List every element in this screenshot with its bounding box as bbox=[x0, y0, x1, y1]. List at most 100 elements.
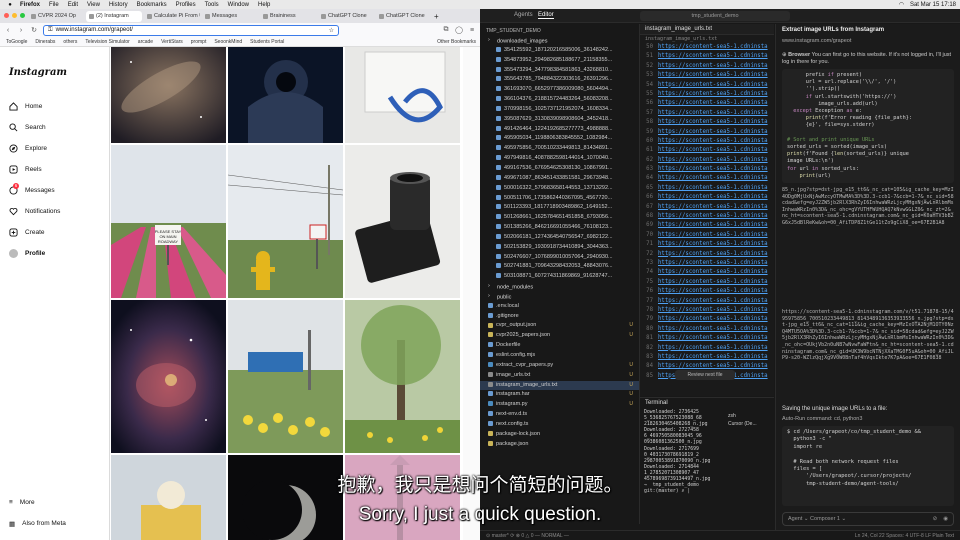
extensions-icon[interactable]: ⧉ bbox=[442, 26, 450, 34]
bookmark-item[interactable]: ToGoogle bbox=[6, 39, 27, 45]
url-link[interactable]: https://scontent-sea5-1.cdninsta bbox=[658, 354, 768, 363]
url-link[interactable]: https://scontent-sea5-1.cdninsta bbox=[658, 194, 768, 203]
file-item[interactable]: .env.local bbox=[480, 302, 639, 312]
url-link[interactable]: https://scontent-sea5-1.cdninsta bbox=[658, 279, 768, 288]
menu-icon[interactable]: ≡ bbox=[468, 27, 476, 34]
bookmark-item[interactable]: Television Simulator bbox=[85, 39, 129, 45]
photo-tiny-planet[interactable] bbox=[228, 47, 343, 143]
file-item[interactable]: instagram.py U bbox=[480, 400, 639, 410]
file-item[interactable]: 355643785_794884322303616_26391296... bbox=[480, 75, 639, 85]
menu-item-help[interactable]: Help bbox=[258, 2, 270, 8]
menu-item-history[interactable]: History bbox=[109, 2, 128, 8]
file-item[interactable]: instagram_image_urls.txt U bbox=[480, 380, 639, 391]
url-link[interactable]: https://scontent-sea5-1.cdninsta bbox=[658, 185, 768, 194]
url-link[interactable]: https://scontent-sea5-1.cdninsta bbox=[658, 269, 768, 278]
terminal-instance[interactable]: zsh bbox=[728, 412, 757, 420]
reload-icon[interactable]: ↻ bbox=[30, 26, 38, 34]
url-link[interactable]: https://scontent-sea5-1.cdninsta bbox=[658, 53, 768, 62]
file-item[interactable]: 501268661_1625784651451858_6793056... bbox=[480, 213, 639, 223]
url-link[interactable]: https://scontent-sea5-1.cdninsta bbox=[658, 110, 768, 119]
zoom-window-button[interactable] bbox=[20, 13, 25, 18]
menu-item-tools[interactable]: Tools bbox=[205, 2, 219, 8]
photo-cable-box[interactable] bbox=[345, 47, 460, 143]
photo-daffodils-dumpster[interactable] bbox=[228, 300, 343, 453]
file-item[interactable]: 495975856_700510233449813_81434891... bbox=[480, 144, 639, 154]
file-item[interactable]: 501123393_1817718903489862_1649152... bbox=[480, 203, 639, 213]
status-left[interactable]: ⊙ master* ⟳ ⊗ 0 △ 0 — NORMAL — bbox=[486, 531, 569, 540]
url-link[interactable]: https://scontent-sea5-1.cdninsta bbox=[658, 147, 768, 156]
apple-icon[interactable]: ● bbox=[6, 2, 14, 8]
photo-toy-figure[interactable] bbox=[111, 455, 226, 540]
url-link[interactable]: https://scontent-sea5-1.cdninsta bbox=[658, 345, 768, 354]
review-next-file-button[interactable]: Review next file bbox=[675, 370, 735, 380]
terminal-instance[interactable]: Cursor (De... bbox=[728, 420, 757, 428]
file-item[interactable]: 495905034_1198806383845552_1082984... bbox=[480, 134, 639, 144]
url-link[interactable]: https://scontent-sea5-1.cdninsta bbox=[658, 307, 768, 316]
url-link[interactable]: https://scontent-sea5-1.cdninsta bbox=[658, 335, 768, 344]
browser-tab[interactable]: (2) Instagram bbox=[86, 10, 142, 22]
file-item[interactable]: extract_cvpr_papers.py U bbox=[480, 361, 639, 371]
nav-reels[interactable]: Reels bbox=[9, 159, 109, 180]
file-item[interactable]: next-env.d.ts bbox=[480, 410, 639, 420]
photo-moon[interactable] bbox=[228, 455, 343, 540]
file-item[interactable]: 502153829_1930918734410894_3044363... bbox=[480, 243, 639, 253]
file-item[interactable]: cvpr2025_papers.json U bbox=[480, 331, 639, 341]
file-item[interactable]: 502066181_1274364540756547_6982122... bbox=[480, 233, 639, 243]
file-item[interactable]: Dockerfile bbox=[480, 341, 639, 351]
url-link[interactable]: https://scontent-sea5-1.cdninsta bbox=[658, 100, 768, 109]
url-link[interactable]: https://scontent-sea5-1.cdninsta bbox=[658, 175, 768, 184]
browser-tab[interactable]: ChatGPT Clone bbox=[376, 11, 432, 22]
nav-create[interactable]: Create bbox=[9, 222, 109, 243]
nav-messages[interactable]: 6 Messages bbox=[9, 180, 109, 201]
browser-tab[interactable]: ChatGPT Clone bbox=[318, 11, 374, 22]
photo-tulip-field[interactable]: PLEASE STAY ON MAIN ROADWAY bbox=[111, 145, 226, 298]
url-link[interactable]: https://scontent-sea5-1.cdninsta bbox=[658, 63, 768, 72]
status-right[interactable]: Ln 24, Col 22 Spaces: 4 UTF-8 LF Plain T… bbox=[855, 531, 954, 540]
file-item[interactable]: 499167536_676954625308130_10867991... bbox=[480, 164, 639, 174]
bookmark-item[interactable]: prompt bbox=[191, 39, 207, 45]
close-window-button[interactable] bbox=[4, 13, 9, 18]
bookmark-item[interactable]: arcade bbox=[138, 39, 153, 45]
bookmark-item[interactable]: SeoonkMind bbox=[214, 39, 242, 45]
menu-item-bookmarks[interactable]: Bookmarks bbox=[137, 2, 167, 8]
bookmark-item[interactable]: VertiStars bbox=[161, 39, 183, 45]
file-item[interactable]: 499671087_863451433851581_29673948... bbox=[480, 174, 639, 184]
file-item[interactable]: 354873952_294982685188677_21158355... bbox=[480, 56, 639, 66]
file-item[interactable]: 361693070_6652977386009080_5604494... bbox=[480, 85, 639, 95]
url-link[interactable]: https://scontent-sea5-1.cdninsta bbox=[658, 91, 768, 100]
page-scrollbar[interactable] bbox=[463, 47, 480, 540]
url-link[interactable]: https://scontent-sea5-1.cdninsta bbox=[658, 82, 768, 91]
url-link[interactable]: https://scontent-sea5-1.cdninsta bbox=[658, 288, 768, 297]
photo-water-tower[interactable] bbox=[345, 455, 460, 540]
file-item[interactable]: 491426464_1224192685277773_4988888... bbox=[480, 125, 639, 135]
folder-item[interactable]: › downloaded_images bbox=[480, 36, 639, 46]
url-link[interactable]: https://scontent-sea5-1.cdninsta bbox=[658, 213, 768, 222]
instagram-logo[interactable]: Instagram bbox=[9, 67, 109, 78]
url-link[interactable]: https://scontent-sea5-1.cdninsta bbox=[658, 298, 768, 307]
bookmark-item[interactable]: Dinerabs bbox=[35, 39, 55, 45]
command-search[interactable]: tmp_student_demo bbox=[640, 11, 790, 21]
url-link[interactable]: https://scontent-sea5-1.cdninsta bbox=[658, 251, 768, 260]
tab-editor[interactable]: Editor bbox=[538, 12, 554, 19]
file-item[interactable]: package-lock.json bbox=[480, 430, 639, 440]
file-item[interactable]: image_urls.txt U bbox=[480, 371, 639, 381]
nav-home[interactable]: Home bbox=[9, 96, 109, 117]
nav-profile[interactable]: Profile bbox=[9, 243, 109, 264]
clock[interactable]: Sat Mar 15 17:18 bbox=[910, 2, 956, 8]
file-item[interactable]: 501385266_846216691055466_76108123... bbox=[480, 223, 639, 233]
browser-tab[interactable]: CVPR 2024 Op bbox=[28, 11, 84, 22]
menu-item-view[interactable]: View bbox=[87, 2, 100, 8]
file-item[interactable]: package.json bbox=[480, 440, 639, 450]
url-link[interactable]: https://scontent-sea5-1.cdninsta bbox=[658, 44, 768, 53]
auto-run-label[interactable]: Auto-Run command: cd, python3 bbox=[782, 416, 954, 422]
file-item[interactable]: 497949816_4087882598144014_1070040... bbox=[480, 154, 639, 164]
minimize-window-button[interactable] bbox=[12, 13, 17, 18]
nav-notifications[interactable]: Notifications bbox=[9, 201, 109, 222]
photo-nebula[interactable] bbox=[111, 300, 226, 453]
wifi-icon[interactable]: ◠ bbox=[899, 1, 904, 8]
bookmark-item[interactable]: others bbox=[63, 39, 77, 45]
other-bookmarks[interactable]: Other Bookmarks bbox=[437, 39, 476, 45]
folder-item[interactable]: › public bbox=[480, 292, 639, 302]
file-item[interactable]: 354125592_187120216585006_36148242... bbox=[480, 46, 639, 56]
url-link[interactable]: https://scontent-sea5-1.cdninsta bbox=[658, 129, 768, 138]
